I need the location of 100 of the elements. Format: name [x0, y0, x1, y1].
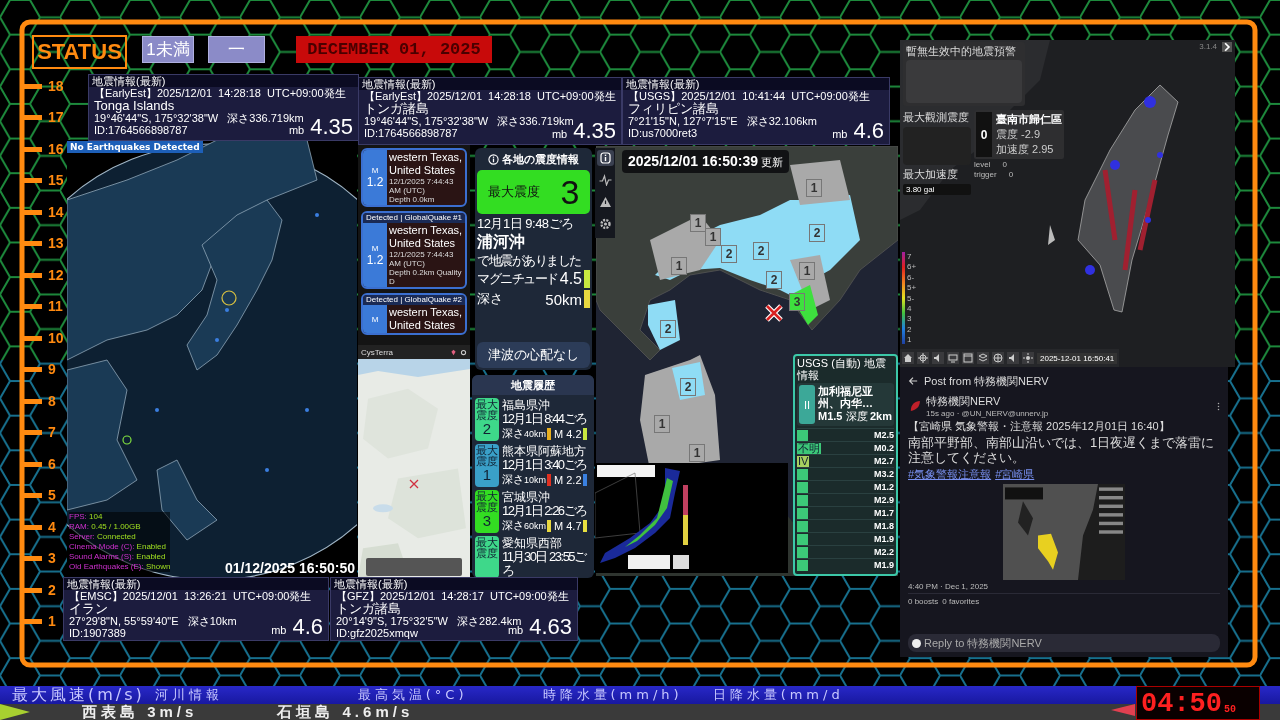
panel-title: 地震情報(最新) [64, 578, 328, 590]
scale-label: mb [507, 624, 524, 636]
reply-field[interactable]: Reply to 特務機関NERV [908, 634, 1220, 652]
max-acceleration-label: 最大加速度 [903, 167, 959, 182]
time-text: 12月1日 8:44ごろ [502, 412, 588, 426]
place-text: 愛知県西部 [502, 536, 563, 550]
monitor-icon[interactable] [947, 352, 959, 364]
magnitude-value: 4.6 [853, 119, 884, 143]
time-text: 12月1日 3:40ごろ [502, 458, 588, 472]
magnitude-value: 4.5 [559, 270, 582, 288]
ticker-heading: 最高気温(°C) [357, 686, 468, 704]
max-intensity-value: 3 [560, 172, 580, 212]
boosts-count: 0 boosts [908, 597, 939, 606]
info-icon [488, 153, 499, 165]
place-text: 福島県沖 [502, 398, 551, 412]
source-time-text: 【EMSC】2025/12/01 13:26:21 UTC+09:00発生 [69, 590, 313, 602]
scale-label: 7 [907, 252, 913, 261]
gear-icon[interactable] [460, 348, 467, 356]
time-text: 12月1日 2:26ごろ [502, 504, 588, 518]
scale-label: 4 [907, 303, 913, 313]
counter-value: 0 [1002, 160, 1007, 169]
speaker-icon[interactable] [932, 352, 944, 364]
id-text: ID:1907389 [68, 627, 127, 639]
home-icon[interactable] [902, 352, 914, 364]
quake-time-text: 12月1日 9:48ごろ [477, 216, 575, 231]
magnitude-value: 4.63 [529, 615, 572, 639]
clock-time: 04:50 [1141, 689, 1222, 719]
location-text: 27°29'8"N, 55°59'40"E 深さ10km [68, 615, 238, 627]
depth-value: 10km [524, 474, 546, 485]
panel-title: 地震情報(最新) [623, 78, 889, 90]
tsunami-status-button[interactable]: 津波の心配なし [477, 342, 590, 368]
scale-label: 5+ [907, 283, 917, 293]
panel-title: 地震情報(最新) [331, 578, 577, 590]
layers-icon[interactable] [977, 352, 989, 364]
window-icon[interactable] [962, 352, 974, 364]
card-header-text: Detected | GlobalQuake [366, 213, 452, 223]
region-text: western Texas, [389, 306, 463, 319]
location-text: 19°46'44"S, 175°32'38"W 深さ336.719km [93, 112, 305, 124]
source-time-text: 【USGS】2025/12/01 10:41:44 UTC+09:00発生 [628, 90, 871, 102]
scale-label: 2 [907, 324, 913, 334]
ticker-heading: 最大風速(m/s) [12, 686, 145, 704]
place-text: 宮城県沖 [502, 490, 551, 504]
islet-drawing [1048, 225, 1055, 245]
detail-text: 12/1/2025 7:44:43 AM (UTC) [389, 250, 455, 268]
station-acceleration: 加速度 2.95 [996, 142, 1055, 157]
status-label: STATUS [32, 35, 127, 69]
scale-label: 3 [907, 314, 913, 324]
level-badge: 1未満 [142, 36, 194, 63]
author-name[interactable]: 特務機関NERV [926, 394, 1049, 409]
source-time-text: 【EarlyEst】2025/12/01 14:28:18 UTC+09:00発生 [364, 90, 617, 102]
epicenter-text: 浦河沖 [477, 233, 526, 251]
avatar-icon [912, 638, 921, 648]
card-header-text: Detected | GlobalQuake [366, 295, 452, 305]
badge-label: 最大震度 [476, 537, 498, 559]
magnitude-value: 4.35 [310, 115, 353, 139]
triangle-icon [1111, 704, 1135, 716]
scale-label: mb [832, 128, 848, 140]
panel-title: 地震情報(最新) [359, 78, 621, 90]
panel-title: 地震情報(最新) [89, 75, 358, 87]
hashtag-link[interactable]: #宮崎県 [995, 467, 1035, 482]
pin-icon[interactable] [450, 348, 457, 356]
panel-title: 各地の震度情報 [502, 151, 579, 167]
target-icon[interactable] [917, 352, 929, 364]
region-text: イラン [68, 602, 109, 615]
post-header-title: Post from 特務機関NERV [924, 373, 1049, 389]
post-body-text: 南部平野部、南部山沿いでは、1日夜遅くまで落雷に注意してください。 [908, 435, 1216, 465]
region-text: United States [389, 319, 457, 332]
globe-icon[interactable] [992, 352, 1004, 364]
region-text: western Texas, [389, 151, 463, 164]
max-intensity-label: 最大觀測震度 [903, 110, 970, 125]
next-button[interactable] [1222, 42, 1232, 52]
intensity-value: 3 [482, 513, 492, 529]
counter-label: level [974, 160, 991, 169]
post-time-text: 4:40 PM · Dec 1, 2025 [908, 582, 990, 591]
counter-label: trigger [974, 170, 997, 179]
panel-title: CysTerra [361, 347, 394, 357]
source-time-text: 【EarlyEst】2025/12/01 14:28:18 UTC+09:00発生 [94, 87, 347, 99]
detail-text: Depth 0.0km [389, 195, 436, 204]
magnitude-value: 4.6 [292, 615, 323, 639]
scale-label: mb [288, 124, 305, 136]
id-text: ID:gfz2025xmqw [335, 627, 419, 639]
region-text: western Texas, [389, 224, 463, 237]
sun-icon[interactable] [1022, 352, 1034, 364]
hashtag-link[interactable]: #気象警報注意報 [908, 467, 992, 482]
speaker-icon[interactable] [1007, 352, 1019, 364]
magnitude-label: M [371, 314, 379, 324]
station-name: 臺南市歸仁區 [996, 112, 1062, 127]
back-arrow-icon[interactable] [908, 376, 918, 386]
depth-value: 60km [524, 520, 546, 531]
ticker-value: 西表島 3m/s [82, 702, 198, 720]
scale-label: 6- [907, 272, 916, 282]
intensity-value: 2 [482, 421, 492, 437]
scale-label: 6+ [907, 262, 917, 272]
post-meta-text: 15s ago · @UN_NERV@unnerv.jp [926, 409, 1049, 418]
card-number: #2 [453, 295, 462, 305]
magnitude-value: 4.35 [573, 119, 616, 143]
scale-label: mb [551, 128, 568, 140]
clock-seconds: 50 [1224, 704, 1237, 717]
region-text: United States [389, 164, 457, 177]
place-text: 熊本県阿蘇地方 [502, 444, 587, 458]
